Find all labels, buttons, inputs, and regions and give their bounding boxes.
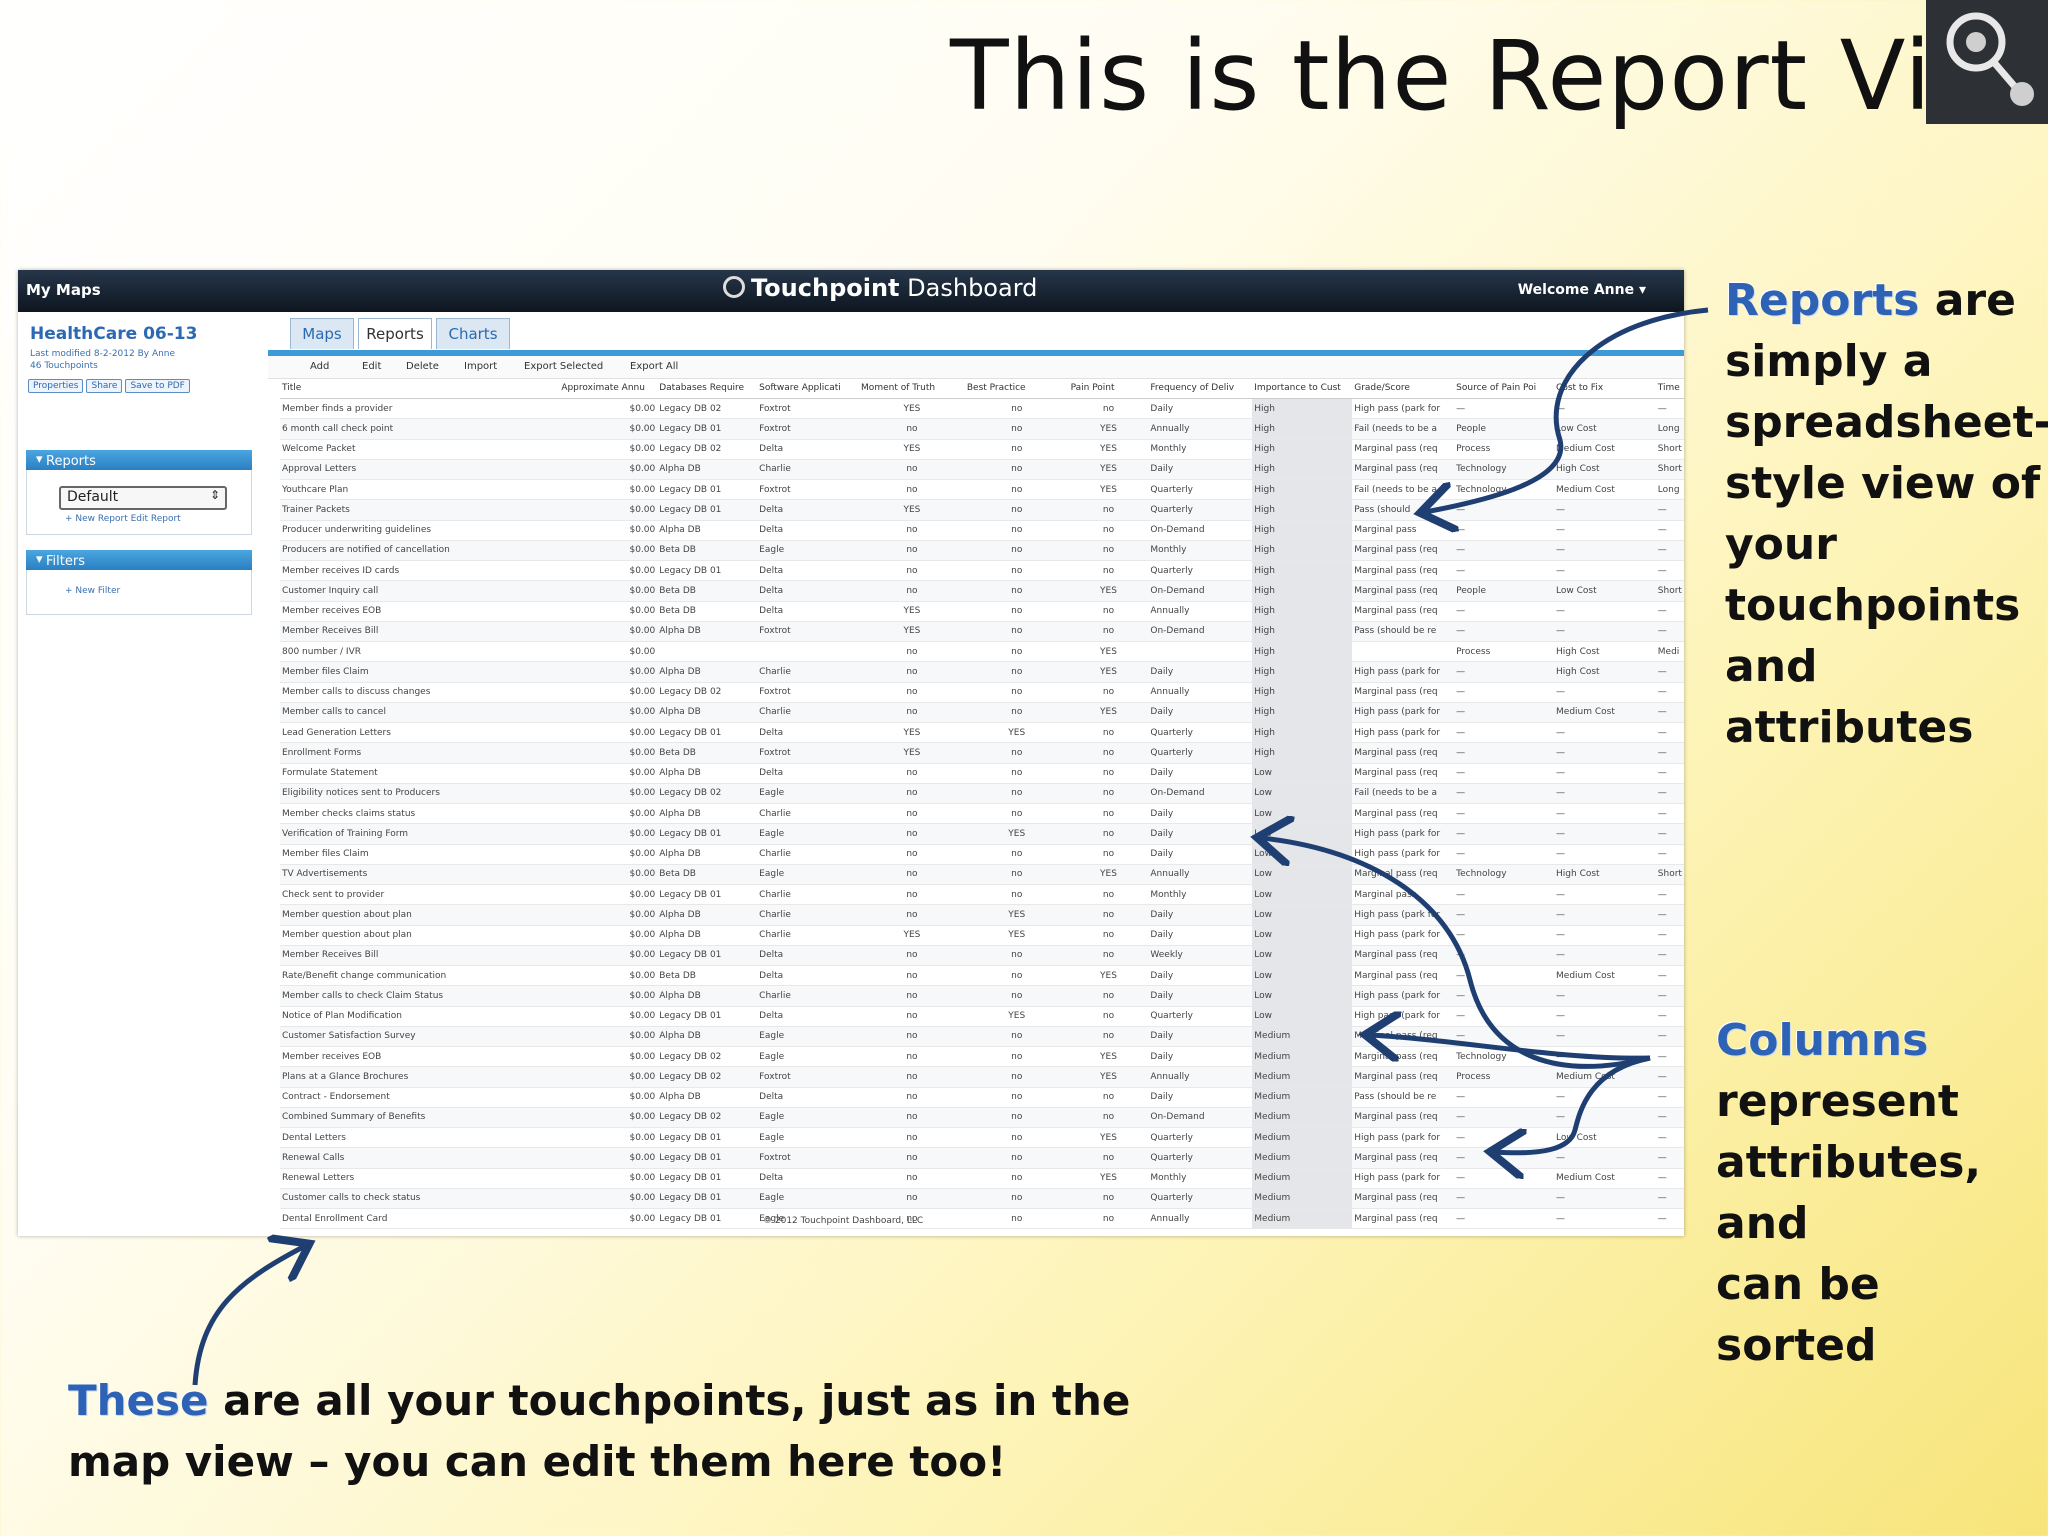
columns-arrow-lower: [1495, 1055, 1651, 1153]
columns-arrow-upper: [1262, 838, 1651, 1069]
reports-arrow: [1425, 307, 1709, 512]
callout-arrows: [192, 307, 1709, 1386]
these-arrow: [192, 1246, 305, 1386]
